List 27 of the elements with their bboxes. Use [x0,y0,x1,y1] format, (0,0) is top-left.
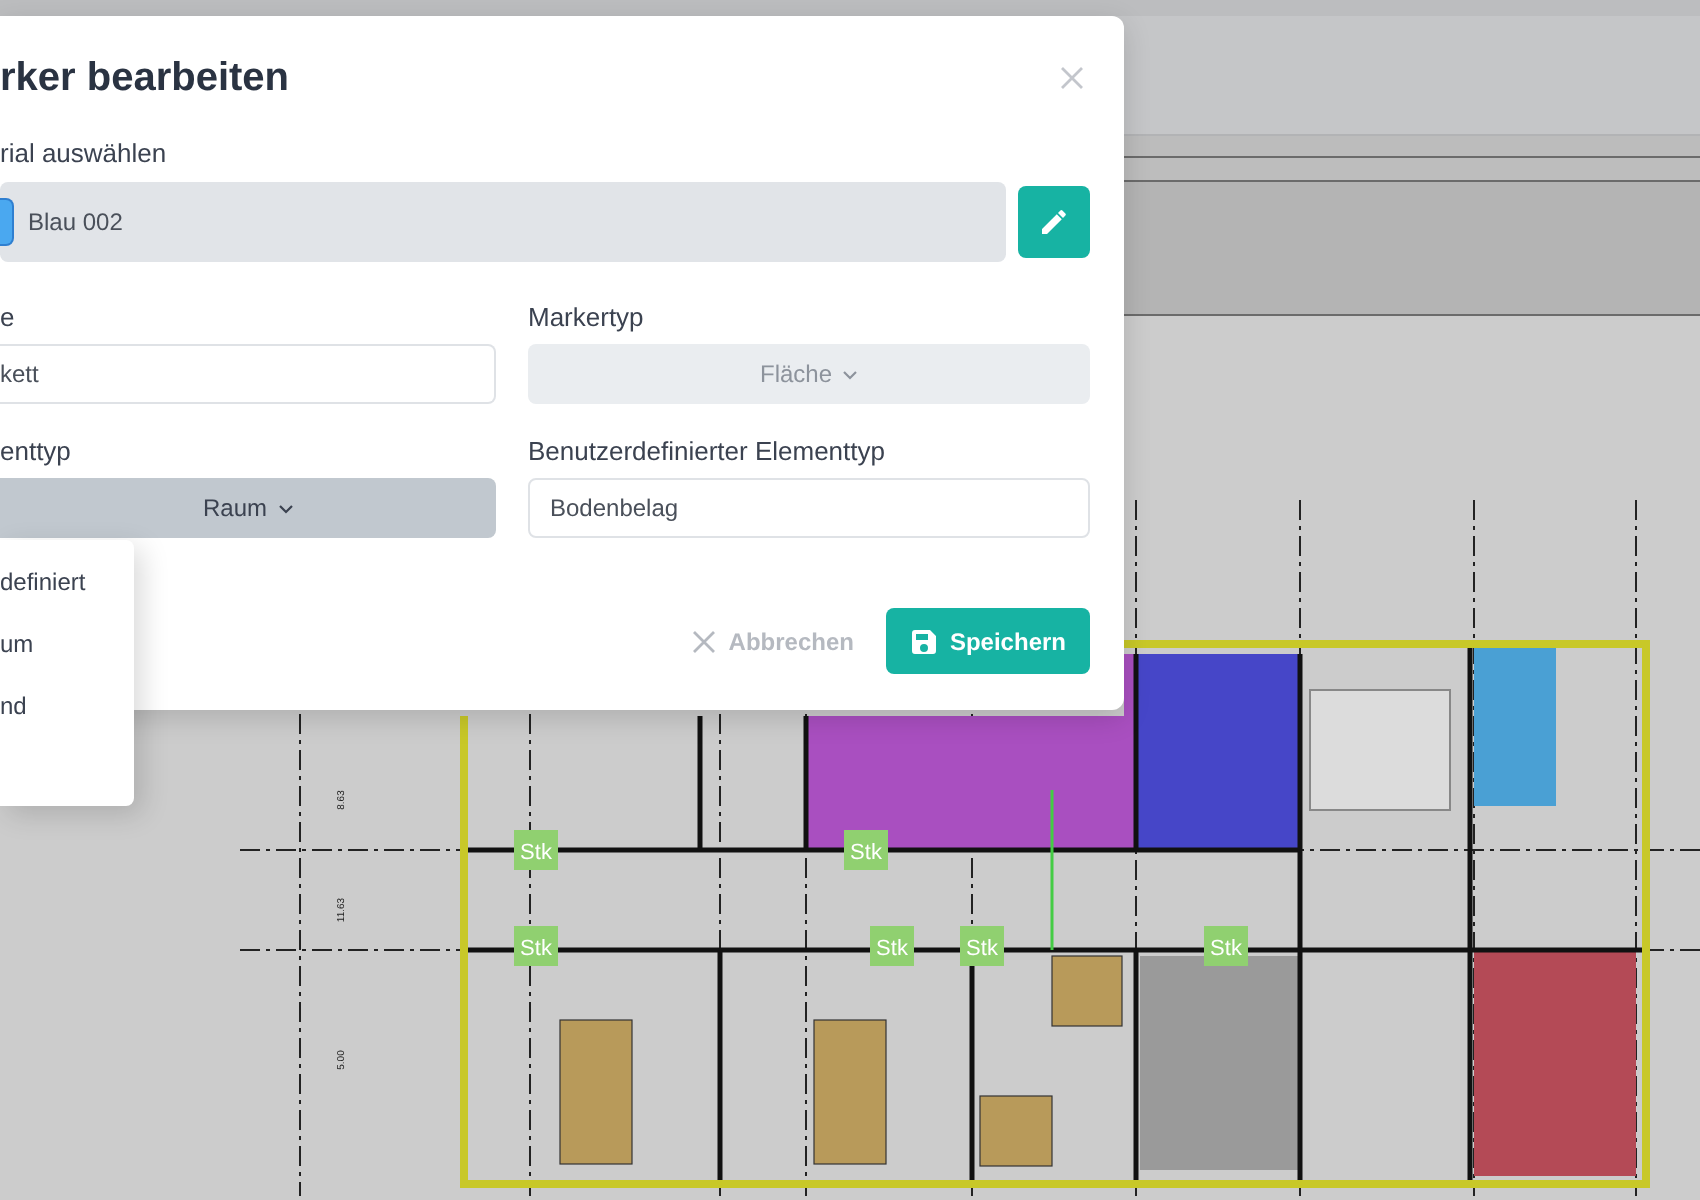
stk-marker[interactable]: Stk [514,926,558,966]
stk-marker[interactable]: Stk [514,830,558,870]
material-field[interactable]: Blau 002 [0,182,1006,262]
close-icon [692,629,717,653]
dialog-title: rker bearbeiten [0,55,290,101]
close-icon[interactable] [1060,66,1084,90]
chevron-down-icon [842,369,859,379]
chevron-down-icon [277,503,293,513]
cancel-button[interactable]: Abbrechen [692,627,854,655]
field-label: enttyp [0,436,73,466]
dropdown-option[interactable]: um [0,626,134,662]
save-button[interactable]: Speichern [885,608,1090,674]
field-label: Benutzerdefinierter Elementtyp [528,436,887,466]
field-label: Markertyp [528,302,646,332]
dropdown-option[interactable]: definiert [0,564,134,600]
dropdown-select[interactable]: Raum [0,478,496,538]
stk-marker[interactable]: Stk [1204,926,1248,966]
stk-marker[interactable]: Stk [844,830,888,870]
field-label: rial auswählen [0,138,169,168]
text-input[interactable]: kett [0,344,496,404]
field-label: e [0,302,17,332]
text-input[interactable]: Bodenbelag [528,478,1090,538]
stk-marker[interactable]: Stk [960,926,1004,966]
dropdown-option[interactable]: nd [0,688,134,724]
stk-marker[interactable]: Stk [870,926,914,966]
pencil-icon [1038,206,1070,238]
edit-button[interactable] [1018,186,1090,258]
